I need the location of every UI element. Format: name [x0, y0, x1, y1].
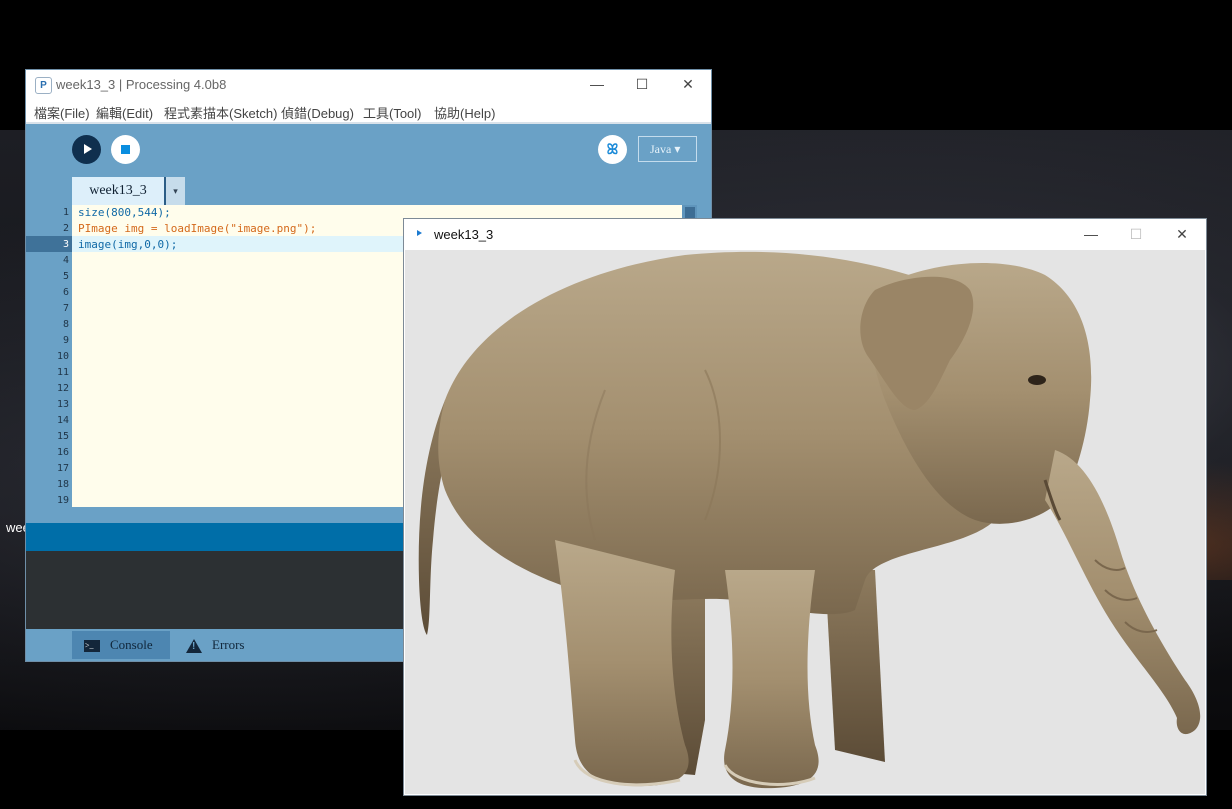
ide-window-title: week13_3 | Processing 4.0b8: [56, 77, 227, 92]
sketch-tab-row: week13_3 ▾: [26, 175, 711, 205]
line-number: 13: [56, 399, 69, 410]
line-number: 6: [62, 287, 69, 298]
processing-logo-icon: P: [35, 77, 52, 94]
sketch-maximize-button: ☐: [1129, 226, 1143, 242]
code-token: image(img,0,0);: [78, 238, 178, 251]
console-tab-label: Console: [110, 637, 153, 652]
line-number: 14: [56, 415, 69, 426]
line-number-gutter: 1 2 3 4 5 6 7 8 9 10 11 12 13 14 15 16 1…: [26, 205, 72, 507]
menu-bar: 檔案(File) 編輯(Edit) 程式素描本(Sketch) 偵錯(Debug…: [26, 100, 711, 124]
warning-icon: [186, 639, 202, 654]
menu-debug[interactable]: 偵錯(Debug): [281, 103, 354, 122]
code-line-2[interactable]: PImage img = loadImage("image.png");: [78, 221, 316, 237]
debug-button[interactable]: ꕤ: [598, 135, 627, 164]
line-number: 15: [56, 431, 69, 442]
tab-console[interactable]: >_ Console: [72, 631, 170, 659]
run-button[interactable]: [72, 135, 101, 164]
tab-menu-button[interactable]: ▾: [164, 177, 185, 205]
line-number: 5: [62, 271, 69, 282]
minimize-button[interactable]: —: [574, 70, 620, 100]
ide-titlebar[interactable]: P week13_3 | Processing 4.0b8 — ☐ ✕: [26, 70, 711, 100]
sketch-close-button[interactable]: ✕: [1159, 220, 1205, 250]
line-number: 19: [56, 495, 69, 506]
line-number: 12: [56, 383, 69, 394]
console-icon: >_: [84, 640, 100, 653]
menu-file[interactable]: 檔案(File): [34, 103, 90, 122]
code-token: size(800,544);: [78, 206, 171, 219]
line-number: 1: [62, 207, 69, 218]
menu-help[interactable]: 協助(Help): [434, 103, 495, 122]
sketch-canvas[interactable]: [405, 250, 1205, 794]
mode-selector[interactable]: Java ▾: [638, 136, 697, 162]
code-token: PImage img = loadImage("image.png");: [78, 222, 317, 235]
line-number: 9: [62, 335, 69, 346]
line-number: 10: [56, 351, 69, 362]
close-button[interactable]: ✕: [665, 70, 711, 100]
code-line-3[interactable]: image(img,0,0);: [78, 237, 177, 253]
line-number: 4: [62, 255, 69, 266]
maximize-button[interactable]: ☐: [619, 70, 665, 100]
tab-week13-3[interactable]: week13_3: [72, 177, 164, 205]
stop-button[interactable]: [111, 135, 140, 164]
line-number: 17: [56, 463, 69, 474]
tab-errors[interactable]: Errors: [186, 631, 276, 659]
menu-tool[interactable]: 工具(Tool): [363, 103, 422, 122]
ide-toolbar: ꕤ Java ▾: [26, 124, 711, 175]
menu-sketch[interactable]: 程式素描本(Sketch): [164, 103, 277, 122]
line-number: 3: [62, 239, 69, 250]
butterfly-debug-icon: ꕤ: [606, 141, 619, 157]
code-line-1[interactable]: size(800,544);: [78, 205, 171, 221]
elephant-image: [418, 251, 1201, 789]
line-number: 16: [56, 447, 69, 458]
line-number: 7: [62, 303, 69, 314]
line-number: 11: [56, 367, 69, 378]
menu-edit[interactable]: 編輯(Edit): [96, 103, 153, 122]
scrollbar-thumb[interactable]: [685, 207, 695, 219]
sketch-output-window: week13_3 — ☐ ✕: [404, 219, 1206, 795]
sketch-titlebar[interactable]: week13_3 — ☐ ✕: [404, 219, 1206, 250]
line-number: 18: [56, 479, 69, 490]
errors-tab-label: Errors: [212, 637, 245, 652]
line-number: 2: [62, 223, 69, 234]
sketch-minimize-button[interactable]: —: [1068, 220, 1114, 250]
sketch-window-title: week13_3: [434, 227, 494, 242]
line-number: 8: [62, 319, 69, 330]
processing-play-icon: [417, 230, 422, 236]
